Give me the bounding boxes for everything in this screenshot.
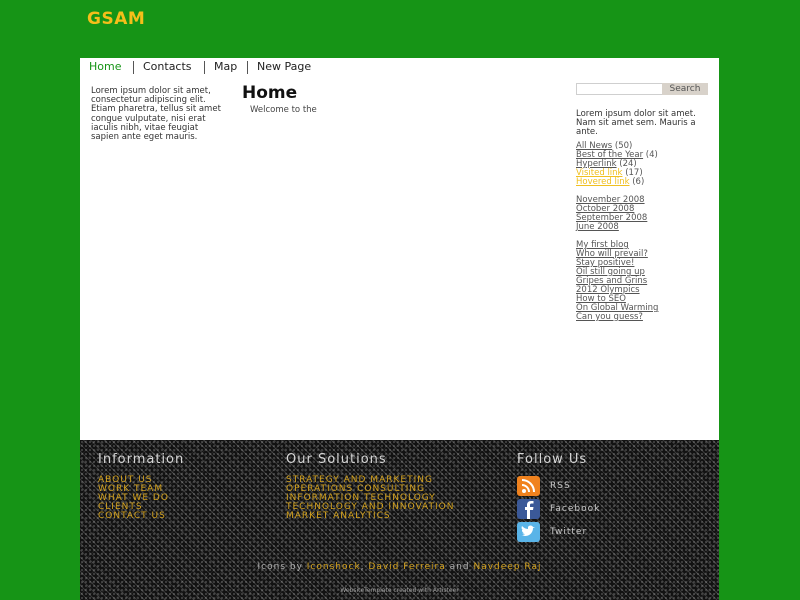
credit-link-navdeep-raj[interactable]: Navdeep Raj [473,562,541,572]
site-title[interactable]: GSAM [87,9,145,29]
nav-item-new-page[interactable]: New Page [257,60,311,73]
page-title: Home [242,83,298,103]
category-count: (6) [632,177,645,187]
footer-heading-solutions: Our Solutions [286,452,387,467]
social-label-rss[interactable]: RSS [550,481,571,491]
categories-list: All News (50) Best of the Year (4) Hyper… [576,142,716,187]
nav-separator [247,61,248,74]
credits-prefix: Icons by [257,562,303,572]
footer-credits: Icons by Iconshock, David Ferreira and N… [80,562,719,572]
nav-item-map[interactable]: Map [214,60,237,73]
social-label-facebook[interactable]: Facebook [550,504,600,514]
footer-link-contact-us[interactable]: CONTACT US [98,512,169,521]
nav-separator [204,61,205,74]
archive-link[interactable]: June 2008 [576,223,716,232]
nav-item-home[interactable]: Home [89,60,121,73]
footer-link-market-analytics[interactable]: MARKET ANALYTICS [286,512,454,521]
footer-heading-follow: Follow Us [517,452,588,467]
nav-separator [133,61,134,74]
facebook-icon[interactable] [517,499,540,519]
category-link-hovered[interactable]: Hovered link [576,177,630,187]
category-count: (4) [645,150,658,160]
search-button[interactable]: Search [662,83,708,95]
credits-comma: , [360,562,365,572]
post-link[interactable]: Can you guess? [576,313,716,322]
left-sidebar-text: Lorem ipsum dolor sit amet, consectetur … [91,86,221,143]
footer: Information ABOUT US WORK TEAM WHAT WE D… [80,440,719,600]
search-input[interactable] [576,83,664,95]
right-sidebar-text: Lorem ipsum dolor sit amet. Nam sit amet… [576,109,696,137]
template-credit[interactable]: WebsiteTemplate created with Artisteer [80,587,719,594]
posts-list: My first blog Who will prevail? Stay pos… [576,241,716,322]
nav-item-contacts[interactable]: Contacts [143,60,192,73]
footer-solutions-links: STRATEGY AND MARKETING OPERATIONS CONSUL… [286,476,454,521]
credits-and: and [449,562,470,572]
credit-link-iconshock[interactable]: Iconshock [307,562,361,572]
social-label-twitter[interactable]: Twitter [550,527,587,537]
right-sidebar: Lorem ipsum dolor sit amet. Nam sit amet… [576,110,716,331]
main-panel: Home Contacts Map New Page Lorem ipsum d… [80,58,719,440]
welcome-text: Welcome to the [250,105,317,115]
footer-information-links: ABOUT US WORK TEAM WHAT WE DO CLIENTS CO… [98,476,169,521]
twitter-icon[interactable] [517,522,540,542]
footer-heading-information: Information [98,452,185,467]
rss-icon[interactable] [517,476,540,496]
credit-link-david-ferreira[interactable]: David Ferreira [368,562,445,572]
archives-list: November 2008 October 2008 September 200… [576,196,716,232]
